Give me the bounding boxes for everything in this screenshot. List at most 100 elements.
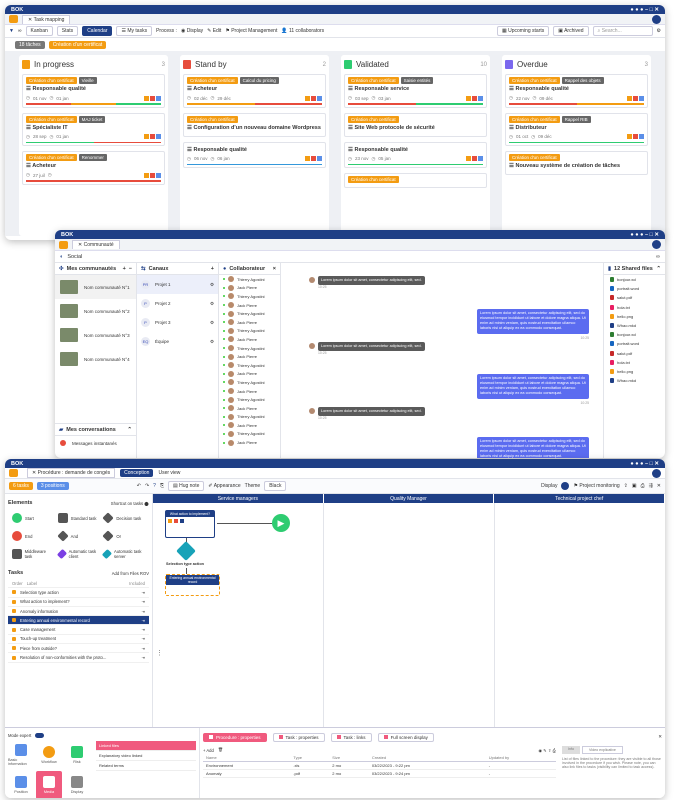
- gear-icon[interactable]: ⚙: [210, 282, 214, 288]
- shortcut-toggle[interactable]: Shortcut on tasks ⬤: [111, 501, 149, 506]
- close-icon[interactable]: ×: [273, 266, 276, 272]
- task-card[interactable]: Création d'un certificat Rappel RIB ☰ Dist…: [505, 112, 648, 146]
- collaborator-item[interactable]: Jack Pierre: [219, 318, 280, 327]
- user-avatar-icon[interactable]: [652, 468, 661, 478]
- filter-icon[interactable]: ▼: [9, 28, 14, 34]
- add-channel-button[interactable]: +: [211, 266, 214, 272]
- collaborator-item[interactable]: Jack Pierre: [219, 284, 280, 293]
- col-label[interactable]: Label: [27, 581, 37, 586]
- shared-file-item[interactable]: salut.pdf: [604, 293, 665, 302]
- include-icon[interactable]: ⇥: [141, 599, 145, 604]
- collaborator-item[interactable]: Jack Pierre: [219, 370, 280, 379]
- tab-procedure[interactable]: ✕ Procédure : demande de congés: [27, 468, 116, 478]
- rov-select[interactable]: ROV: [140, 571, 149, 576]
- view-kanban-button[interactable]: Kanban: [25, 26, 53, 36]
- properties-tab[interactable]: Full screen display: [377, 732, 434, 742]
- edit-button[interactable]: ✎ Edit: [207, 28, 221, 34]
- link-icon[interactable]: ∞: [656, 254, 660, 260]
- shared-file-item[interactable]: hola.txt: [604, 358, 665, 367]
- media-subitem[interactable]: Related terms: [96, 761, 196, 771]
- add-from-controls[interactable]: Add from Files ROV: [112, 571, 149, 576]
- shared-file-item[interactable]: bonjour.xcl: [604, 275, 665, 284]
- element-item[interactable]: End: [12, 529, 54, 543]
- media-subitem[interactable]: Explanatory video linked: [96, 751, 196, 761]
- task-card[interactable]: ☰ Responsable qualité ◷ 23 nov ◷ 05 jan: [344, 141, 487, 168]
- collaborator-item[interactable]: Jack Pierre: [219, 387, 280, 396]
- tab-user-view[interactable]: User view: [158, 470, 180, 476]
- channel-item[interactable]: EQ Équipe ⚙: [137, 332, 218, 351]
- task-card[interactable]: Création d'un certificat ☰ Site Web proto…: [344, 112, 487, 137]
- view-calendar-button[interactable]: Calendar: [82, 26, 113, 36]
- task-card[interactable]: Création d'un certificat MAJ ticket ☰ Spéc…: [22, 112, 165, 146]
- column-header[interactable]: Type: [290, 754, 330, 762]
- channel-item[interactable]: P Projet 3 ⚙: [137, 313, 218, 332]
- display-toggle[interactable]: [561, 482, 570, 490]
- window-controls[interactable]: ● ● ● – □ ✕: [630, 232, 659, 238]
- include-icon[interactable]: ⇥: [141, 590, 145, 595]
- help-icon[interactable]: ?: [153, 483, 156, 489]
- files-select[interactable]: Files: [130, 571, 139, 576]
- community-item[interactable]: Nom communauté N°4: [55, 347, 136, 371]
- include-icon[interactable]: ⇥: [141, 655, 145, 660]
- shared-file-item[interactable]: bonjour.xcl: [604, 330, 665, 339]
- task-row[interactable]: Touch-up treatment ⇥: [8, 635, 149, 645]
- task-card[interactable]: ☰ Responsable qualité ◷ 06 nov ◷ 06 jan: [183, 141, 326, 168]
- gear-icon[interactable]: ⚙: [210, 339, 214, 345]
- redo-icon[interactable]: ↷: [145, 483, 149, 489]
- table-row[interactable]: Environnement .xls 2 mo 03/22/2023 - 9:22 p…: [203, 761, 556, 770]
- hug-note-button[interactable]: ▤ Hug note: [167, 481, 205, 491]
- channel-item[interactable]: P Projet 2 ⚙: [137, 294, 218, 313]
- tasks-button[interactable]: 6 tasks: [9, 482, 33, 490]
- collaborator-item[interactable]: Thierry Agostini: [219, 378, 280, 387]
- chevron-up-icon[interactable]: ⌃: [656, 266, 661, 272]
- shared-file-item[interactable]: hello.png: [604, 367, 665, 376]
- home-icon[interactable]: [9, 469, 18, 477]
- appearance-button[interactable]: ✐ Appearance: [208, 483, 240, 489]
- user-avatar-icon[interactable]: [652, 240, 661, 249]
- task-row[interactable]: Resolution of non-conformities with the …: [8, 653, 149, 663]
- add-file-button[interactable]: + Add: [203, 748, 214, 753]
- include-icon[interactable]: ⇥: [141, 636, 145, 641]
- task-card[interactable]: Création d'un certificat Vieille ☰ Respons…: [22, 74, 165, 108]
- window-controls[interactable]: ● ● ● – □ ✕: [630, 461, 659, 467]
- view-icon[interactable]: ◉ ✎ ⇪ ⎙: [538, 748, 556, 753]
- gear-icon[interactable]: ⚙: [657, 28, 661, 34]
- collaborator-item[interactable]: Jack Pierre: [219, 421, 280, 430]
- column-header[interactable]: Name: [203, 754, 291, 762]
- col-order[interactable]: Order: [12, 581, 23, 586]
- tab-conception[interactable]: Conception: [120, 469, 154, 477]
- property-tile[interactable]: Media: [36, 771, 62, 798]
- property-tile[interactable]: Basic information: [8, 741, 34, 769]
- properties-tab[interactable]: Task : properties: [272, 732, 325, 742]
- collaborator-item[interactable]: Thierry Agostini: [219, 430, 280, 439]
- gear-icon[interactable]: ⚙: [210, 320, 214, 326]
- element-item[interactable]: Or: [102, 529, 145, 543]
- column-header[interactable]: Created: [368, 754, 486, 762]
- theme-select[interactable]: Black: [264, 481, 287, 491]
- task-count-chip[interactable]: 18 tâches: [15, 40, 45, 49]
- element-item[interactable]: Start: [12, 511, 54, 525]
- task-card[interactable]: Création d'un certificat ☰ Nouveau systèm…: [505, 151, 648, 175]
- window-controls[interactable]: ● ● ● – □ ✕: [630, 7, 659, 13]
- col-included[interactable]: Included: [129, 581, 145, 586]
- shared-file-item[interactable]: Whao.mkd: [604, 321, 665, 330]
- link-icon[interactable]: ∞: [18, 28, 22, 34]
- properties-tab[interactable]: Procedure : properties: [203, 732, 267, 742]
- selected-task-node[interactable]: Entering annual environmental record: [165, 574, 220, 596]
- display-button[interactable]: ◉ Display: [181, 28, 203, 34]
- channel-item[interactable]: PR Projet 1 ⚙: [137, 275, 218, 294]
- task-row[interactable]: Piece from outside? ⇥: [8, 644, 149, 654]
- save-icon[interactable]: ▣: [632, 483, 637, 489]
- include-icon[interactable]: ⇥: [141, 609, 145, 614]
- archived-button[interactable]: ▣ Archived: [553, 26, 589, 36]
- gear-icon[interactable]: ⚙: [210, 301, 214, 307]
- home-icon[interactable]: [59, 240, 68, 249]
- upcoming-button[interactable]: ▦ Upcoming starts: [496, 26, 550, 36]
- properties-tab[interactable]: Task : links: [330, 732, 372, 742]
- include-icon[interactable]: ⇥: [141, 627, 145, 632]
- community-item[interactable]: Nom communauté N°3: [55, 323, 136, 347]
- task-card[interactable]: Création d'un certificat Renommer ☰ Achete…: [22, 151, 165, 185]
- shared-file-item[interactable]: portrait.word: [604, 284, 665, 293]
- my-tasks-button[interactable]: ☰ My tasks: [116, 26, 153, 36]
- conversation-item[interactable]: Messages instantanés: [55, 436, 136, 450]
